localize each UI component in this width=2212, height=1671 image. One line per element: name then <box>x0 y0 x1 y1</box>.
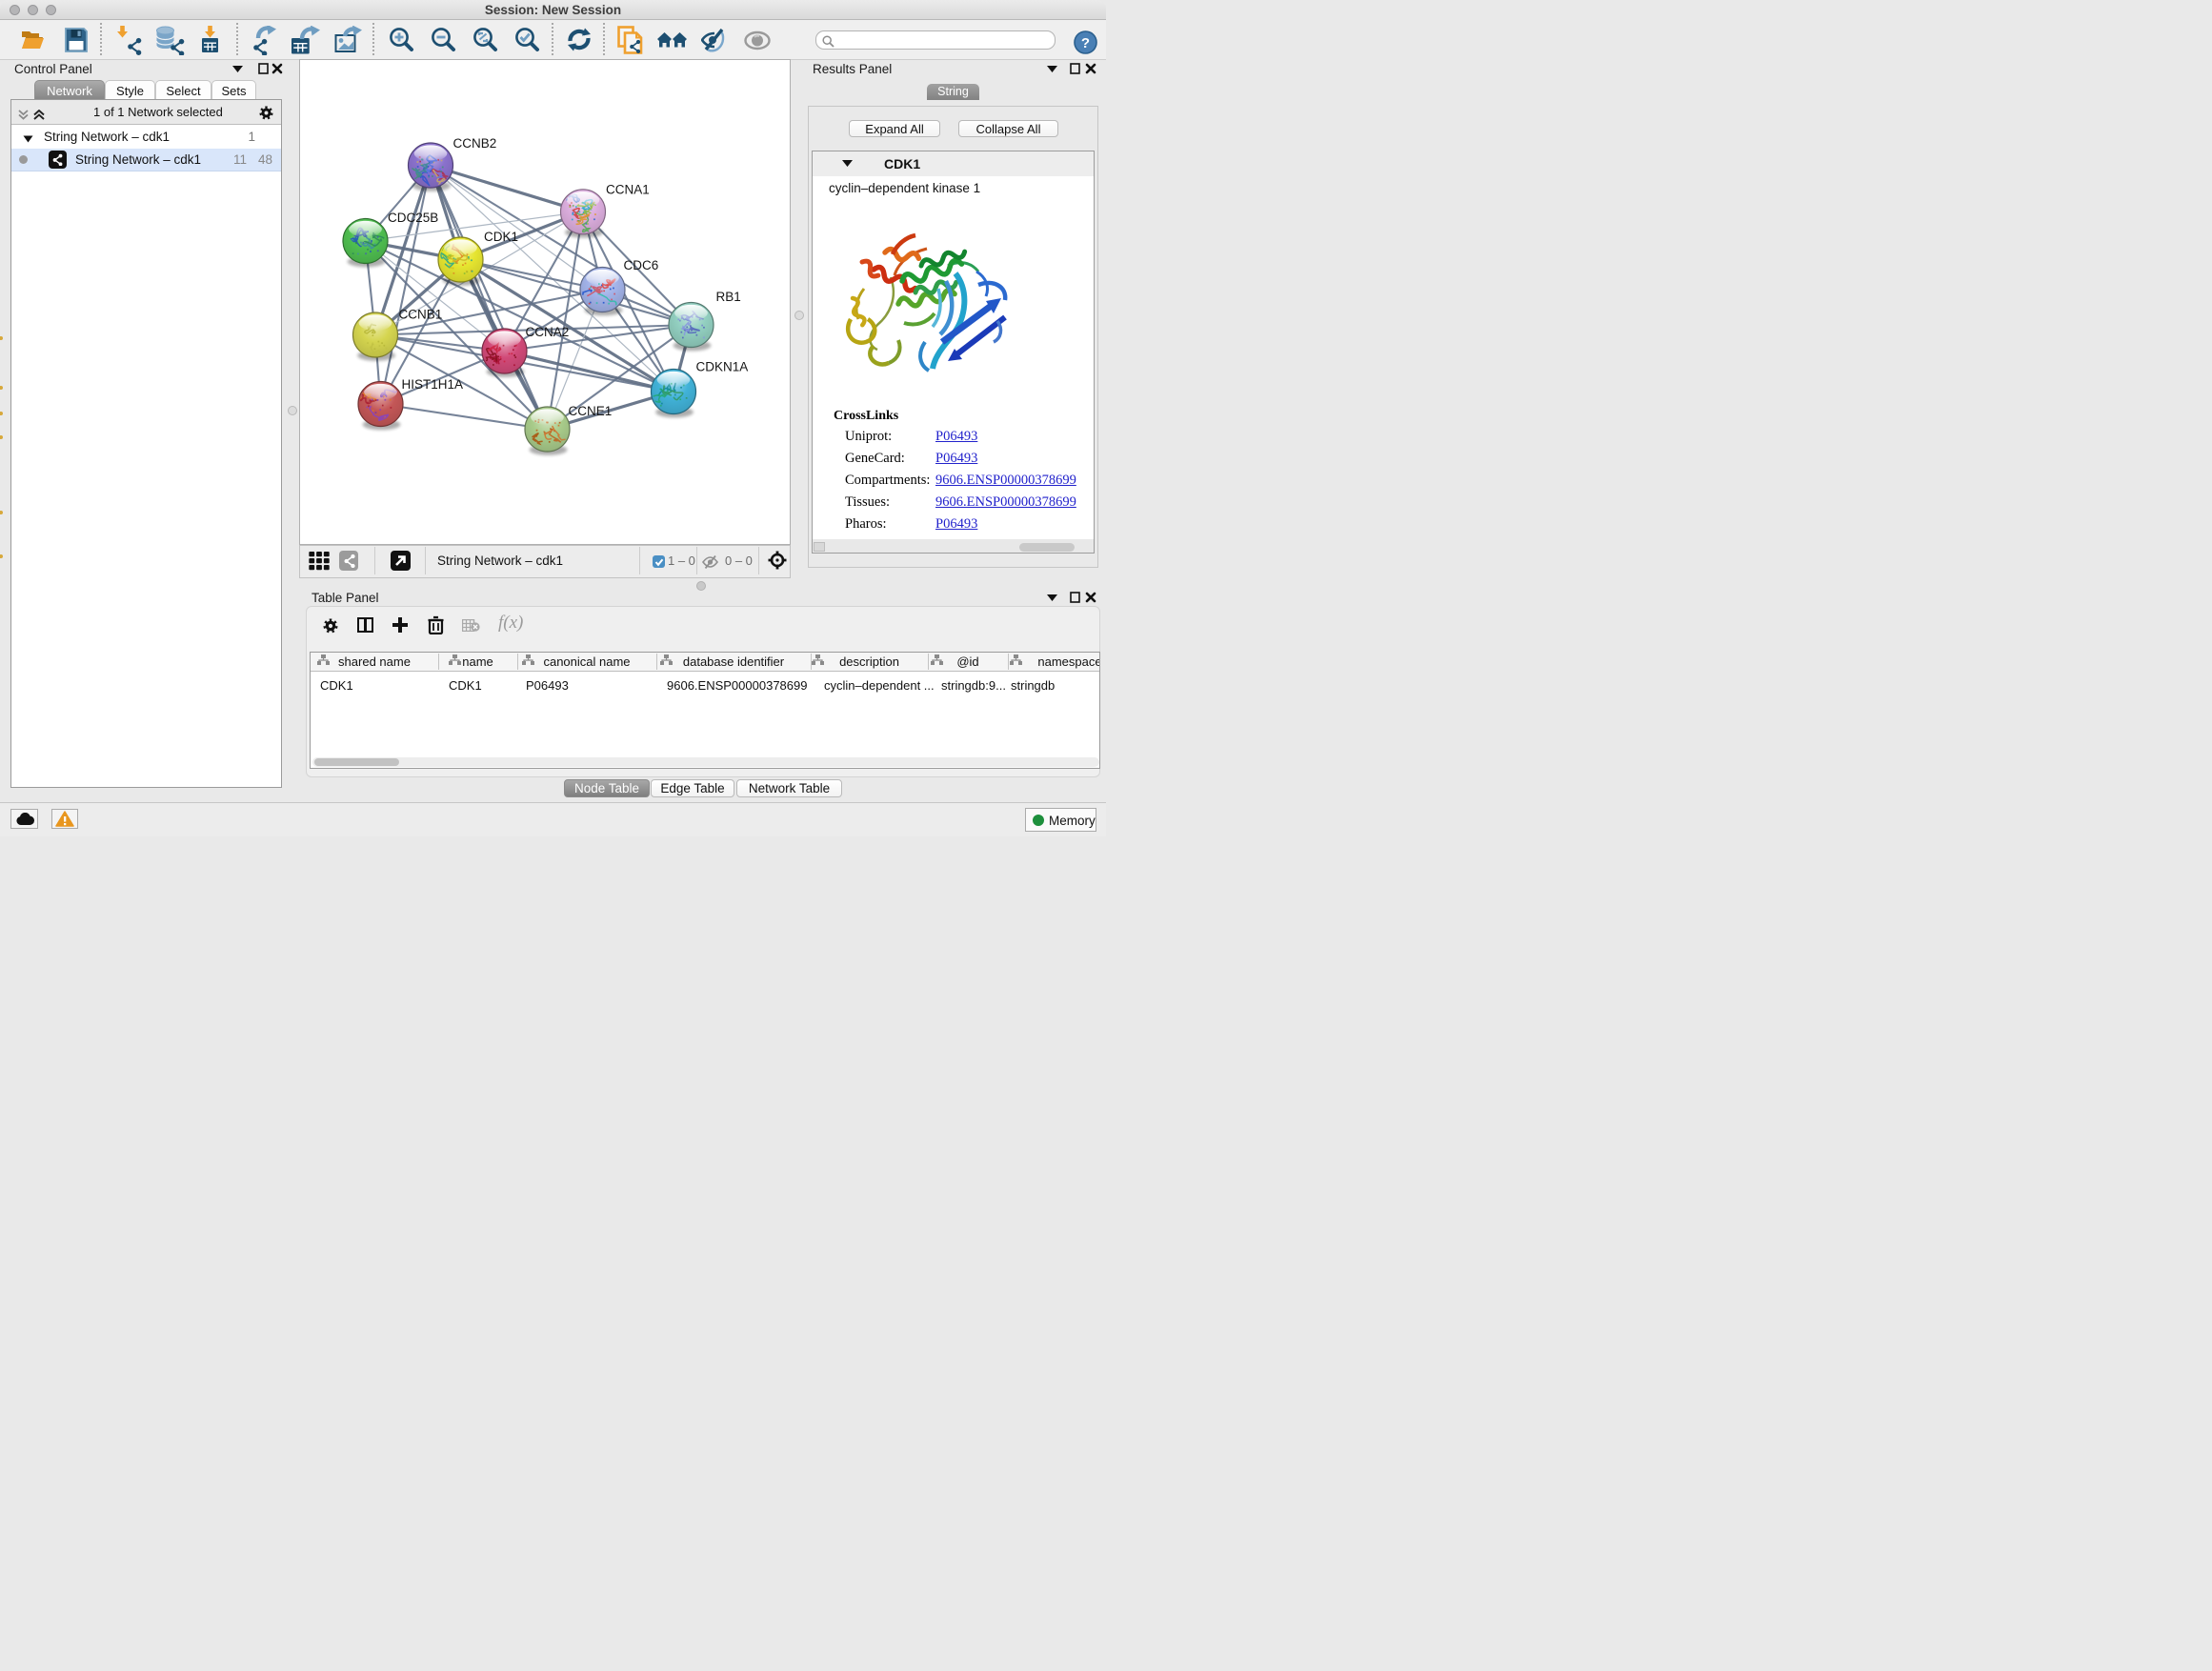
svg-text:CDK1: CDK1 <box>484 230 518 244</box>
svg-text:CCNB2: CCNB2 <box>453 136 497 151</box>
svg-text:CDC25B: CDC25B <box>388 211 438 225</box>
svg-text:CDKN1A: CDKN1A <box>696 360 749 374</box>
svg-text:HIST1H1A: HIST1H1A <box>402 377 464 392</box>
svg-text:RB1: RB1 <box>716 290 741 304</box>
svg-text:CCNA1: CCNA1 <box>606 183 650 197</box>
svg-text:CCNE1: CCNE1 <box>569 404 613 418</box>
svg-text:CCNA2: CCNA2 <box>526 325 570 339</box>
svg-text:?: ? <box>1081 35 1090 51</box>
svg-text:CDC6: CDC6 <box>624 258 659 272</box>
svg-text:CCNB1: CCNB1 <box>399 308 443 322</box>
